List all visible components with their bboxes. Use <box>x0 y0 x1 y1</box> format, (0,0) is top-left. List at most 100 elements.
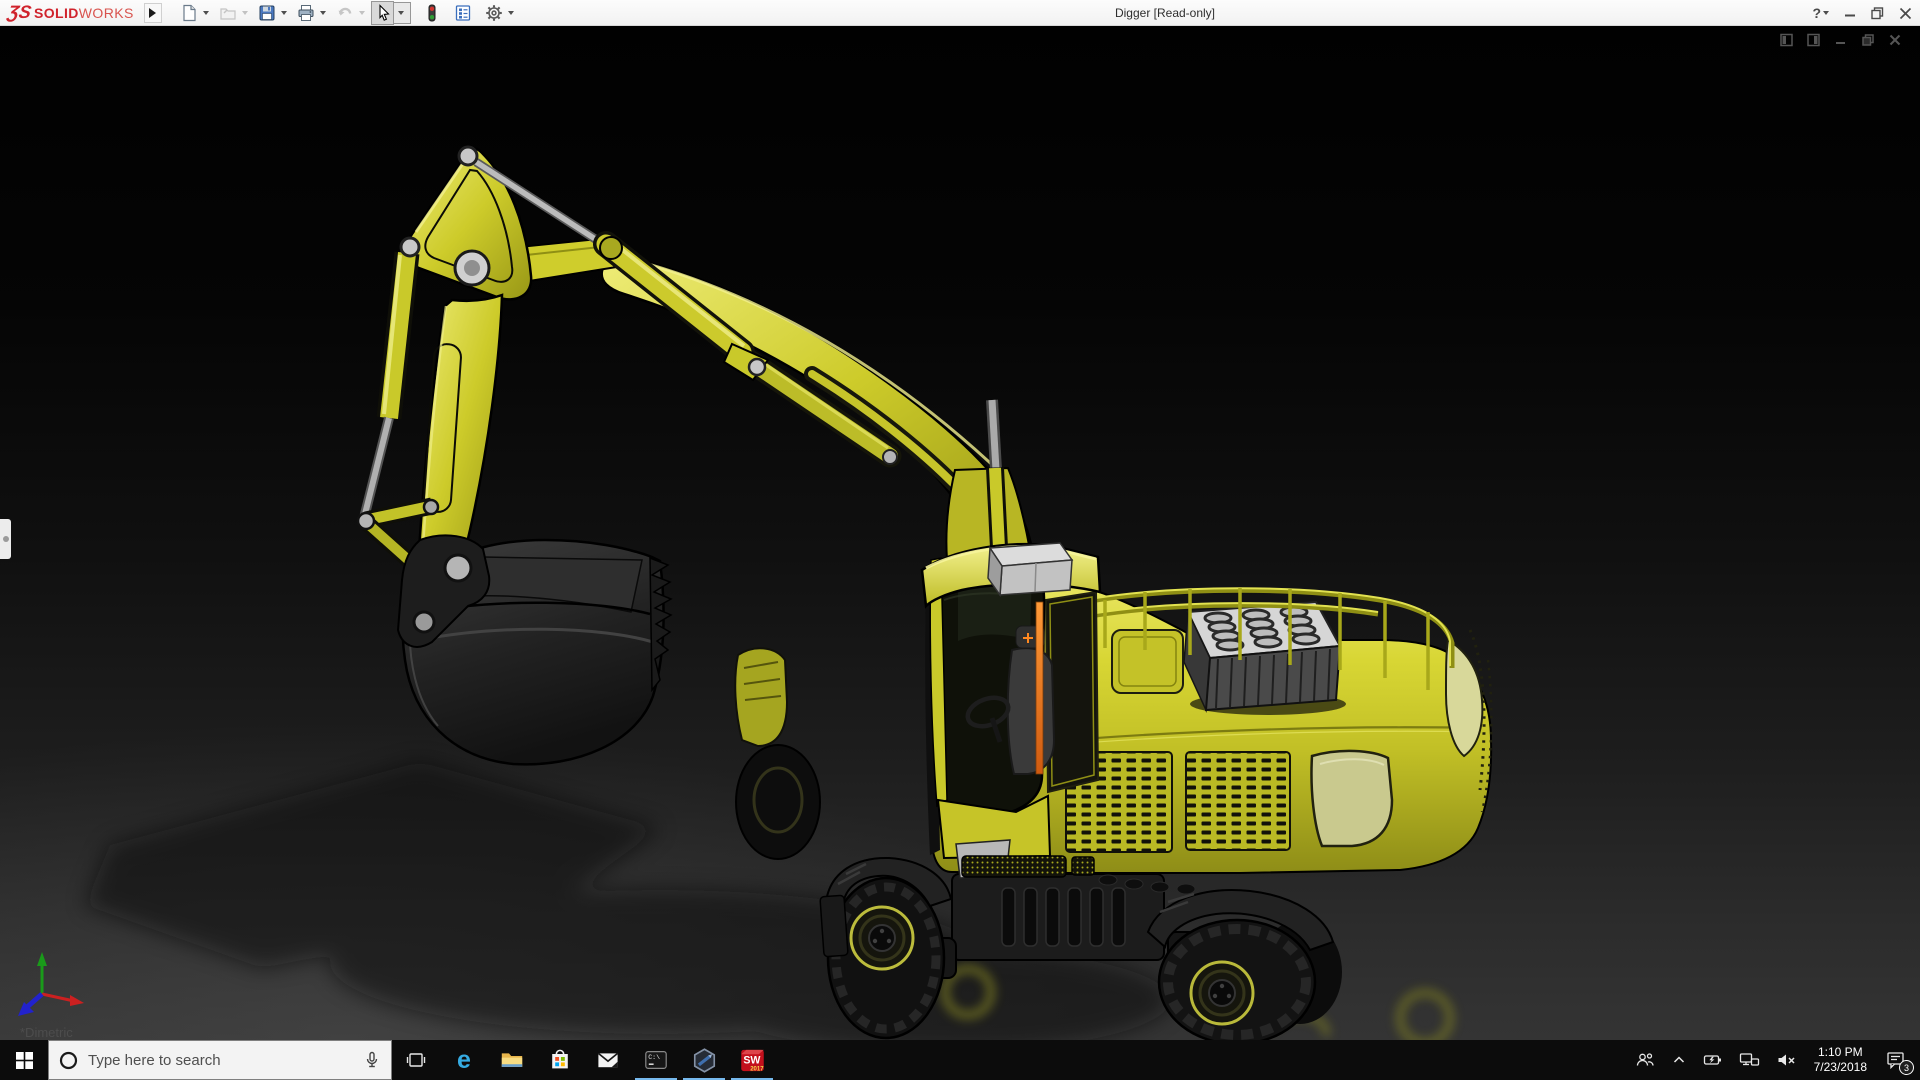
open-dropdown[interactable] <box>242 11 248 15</box>
search-input[interactable] <box>88 1052 353 1069</box>
taskbar-item-edge[interactable]: e <box>440 1040 488 1080</box>
svg-text:SW: SW <box>743 1054 760 1066</box>
property-manager-button[interactable] <box>450 1 473 25</box>
solidworks-2017-icon: SW 2017 <box>740 1048 765 1073</box>
model-canvas[interactable] <box>0 26 1920 1040</box>
engine-deck[interactable] <box>1184 602 1346 715</box>
child-restore-icon[interactable] <box>1861 33 1875 47</box>
battery-button[interactable] <box>1695 1040 1731 1080</box>
close-button[interactable] <box>1899 7 1912 20</box>
store-icon <box>548 1048 572 1072</box>
options-button[interactable] <box>481 1 504 25</box>
system-tray: 1:10 PM 7/23/2018 3 <box>1627 1040 1920 1080</box>
solidworks-logo-solid: SOLID <box>34 5 79 21</box>
svg-text:2017: 2017 <box>750 1066 764 1072</box>
undo-button[interactable] <box>332 1 355 25</box>
graphics-viewport[interactable]: *Dimetric <box>0 26 1920 1040</box>
options-dropdown[interactable] <box>508 11 514 15</box>
bucket-cylinder[interactable] <box>364 253 407 518</box>
select-cursor-icon <box>375 4 393 22</box>
solidworks-logo: ƷS SOLID WORKS <box>0 2 144 23</box>
svg-text:e: e <box>457 1047 471 1073</box>
network-icon <box>1739 1051 1760 1069</box>
display-pane-icon[interactable] <box>1807 33 1821 47</box>
select-tool-button[interactable] <box>371 1 394 25</box>
volume-muted-icon <box>1776 1051 1797 1069</box>
titlebar: ƷS SOLID WORKS <box>0 0 1920 26</box>
child-minimize-icon[interactable] <box>1834 33 1848 47</box>
restore-icon <box>1871 7 1884 20</box>
notification-badge: 3 <box>1899 1060 1914 1075</box>
minimize-button[interactable] <box>1844 7 1856 19</box>
taskbar-search[interactable] <box>48 1040 392 1080</box>
print-button[interactable] <box>293 1 316 25</box>
gear-icon <box>485 4 503 22</box>
new-document-button[interactable] <box>176 1 199 25</box>
task-view-button[interactable] <box>392 1040 440 1080</box>
main-toolbar <box>176 1 520 25</box>
clock-date: 7/23/2018 <box>1814 1060 1867 1075</box>
front-left-wheel[interactable] <box>735 648 820 859</box>
select-dropdown[interactable] <box>394 2 411 24</box>
help-dropdown <box>1823 11 1829 15</box>
start-button[interactable] <box>0 1040 48 1080</box>
help-button[interactable]: ? <box>1812 5 1829 21</box>
task-view-icon <box>406 1050 426 1070</box>
print-icon <box>297 4 315 22</box>
roof-box[interactable] <box>988 543 1072 595</box>
save-button[interactable] <box>254 1 277 25</box>
hidden-icons-button[interactable] <box>1663 1040 1695 1080</box>
clock-time: 1:10 PM <box>1818 1045 1863 1060</box>
network-button[interactable] <box>1731 1040 1768 1080</box>
window-controls: ? <box>1812 0 1912 26</box>
people-button[interactable] <box>1627 1040 1663 1080</box>
boom-mount[interactable] <box>946 400 1032 562</box>
new-document-icon <box>180 4 198 22</box>
save-icon <box>258 4 276 22</box>
command-prompt-icon: C:\ <box>644 1048 668 1072</box>
solidworks-logo-glyph: ƷS <box>6 2 33 23</box>
taskbar-item-hexagon-viewer[interactable] <box>680 1040 728 1080</box>
rear-wheel[interactable] <box>1148 890 1342 1040</box>
undo-dropdown[interactable] <box>359 11 365 15</box>
action-center-button[interactable]: 3 <box>1876 1040 1916 1080</box>
print-dropdown[interactable] <box>320 11 326 15</box>
traffic-light-icon <box>423 4 441 22</box>
solidworks-window: ƷS SOLID WORKS <box>0 0 1920 1080</box>
hexagon-app-icon <box>692 1048 717 1073</box>
taskbar-item-mail[interactable] <box>584 1040 632 1080</box>
taskbar-item-command-prompt[interactable]: C:\ <box>632 1040 680 1080</box>
volume-button[interactable] <box>1768 1040 1805 1080</box>
restore-button[interactable] <box>1871 7 1884 20</box>
solidworks-logo-works: WORKS <box>79 5 134 21</box>
view-orientation-label: *Dimetric <box>20 1025 73 1040</box>
dipper-arm[interactable] <box>418 295 502 574</box>
taskbar-clock[interactable]: 1:10 PM 7/23/2018 <box>1805 1045 1876 1075</box>
child-close-icon[interactable] <box>1888 33 1902 47</box>
taskbar-item-file-explorer[interactable] <box>488 1040 536 1080</box>
taskbar: e C:\ <box>0 1040 1920 1080</box>
orange-door-edge <box>1036 602 1043 774</box>
boom-head-pin <box>459 147 477 165</box>
taskbar-item-solidworks[interactable]: SW 2017 <box>728 1040 776 1080</box>
rebuild-button[interactable] <box>419 1 442 25</box>
microphone-icon[interactable] <box>363 1051 381 1069</box>
taskbar-item-store[interactable] <box>536 1040 584 1080</box>
mail-icon <box>596 1048 620 1072</box>
front-grille <box>962 856 1066 877</box>
orientation-triad-icon <box>12 950 90 1022</box>
property-list-icon <box>454 4 472 22</box>
chevron-up-icon <box>1671 1052 1687 1068</box>
new-dropdown[interactable] <box>203 11 209 15</box>
door-window <box>1046 592 1098 792</box>
document-title: Digger [Read-only] <box>1115 0 1215 26</box>
open-document-icon <box>219 4 237 22</box>
featuremanager-tab[interactable] <box>0 519 11 559</box>
fm-tab-handle-icon <box>3 536 9 542</box>
cortana-icon <box>59 1051 78 1070</box>
save-dropdown[interactable] <box>281 11 287 15</box>
menu-expand-button[interactable] <box>144 3 162 23</box>
feature-pane-icon[interactable] <box>1780 33 1794 47</box>
open-document-button[interactable] <box>215 1 238 25</box>
help-icon: ? <box>1812 5 1821 21</box>
